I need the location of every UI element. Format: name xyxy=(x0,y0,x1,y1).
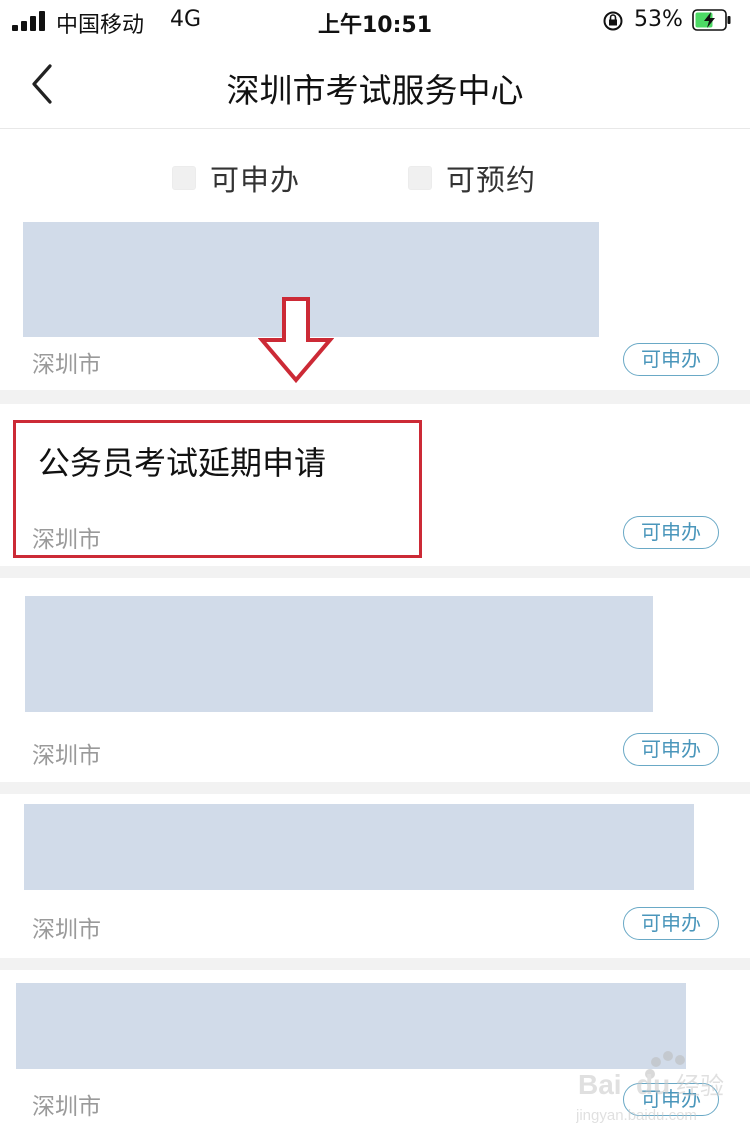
redacted-title xyxy=(16,983,686,1069)
filter-label: 可预约 xyxy=(446,163,537,197)
list-item[interactable]: 深圳市 可申办 xyxy=(0,970,750,1136)
list-item[interactable]: 深圳市 可申办 xyxy=(0,222,750,390)
divider xyxy=(0,390,750,404)
list-item[interactable]: 公务员考试延期申请 深圳市 可申办 xyxy=(0,404,750,566)
status-badge: 可申办 xyxy=(623,733,719,766)
nav-bar: 深圳市考试服务中心 xyxy=(0,42,750,129)
card-city: 深圳市 xyxy=(32,743,101,769)
card-city: 深圳市 xyxy=(32,352,101,378)
battery-charging-icon xyxy=(692,9,731,31)
status-badge: 可申办 xyxy=(623,907,719,940)
status-badge: 可申办 xyxy=(623,343,719,376)
card-city: 深圳市 xyxy=(32,1094,101,1120)
list-item[interactable]: 深圳市 可申办 xyxy=(0,578,750,782)
redacted-title xyxy=(25,596,653,712)
card-city: 深圳市 xyxy=(32,527,101,553)
checkbox-can-apply[interactable] xyxy=(172,166,196,190)
battery-percent: 53% xyxy=(634,7,683,32)
redacted-title xyxy=(24,804,694,890)
divider xyxy=(0,958,750,970)
page-title: 深圳市考试服务中心 xyxy=(226,71,524,110)
checkbox-can-reserve[interactable] xyxy=(408,166,432,190)
filter-bar: 可申办 可预约 xyxy=(0,129,750,224)
list-item[interactable]: 深圳市 可申办 xyxy=(0,794,750,958)
divider xyxy=(0,566,750,578)
status-bar: 中国移动 4G 上午10:51 53% xyxy=(0,0,750,42)
card-city: 深圳市 xyxy=(32,917,101,943)
rotation-lock-icon xyxy=(603,11,623,31)
filter-can-apply[interactable]: 可申办 xyxy=(172,157,300,199)
filter-can-reserve[interactable]: 可预约 xyxy=(408,157,536,199)
card-title: 公务员考试延期申请 xyxy=(38,444,327,482)
status-badge: 可申办 xyxy=(623,1083,719,1116)
status-badge: 可申办 xyxy=(623,516,719,549)
down-arrow-annotation-icon xyxy=(258,297,334,384)
divider xyxy=(0,782,750,794)
filter-label: 可申办 xyxy=(210,163,301,197)
